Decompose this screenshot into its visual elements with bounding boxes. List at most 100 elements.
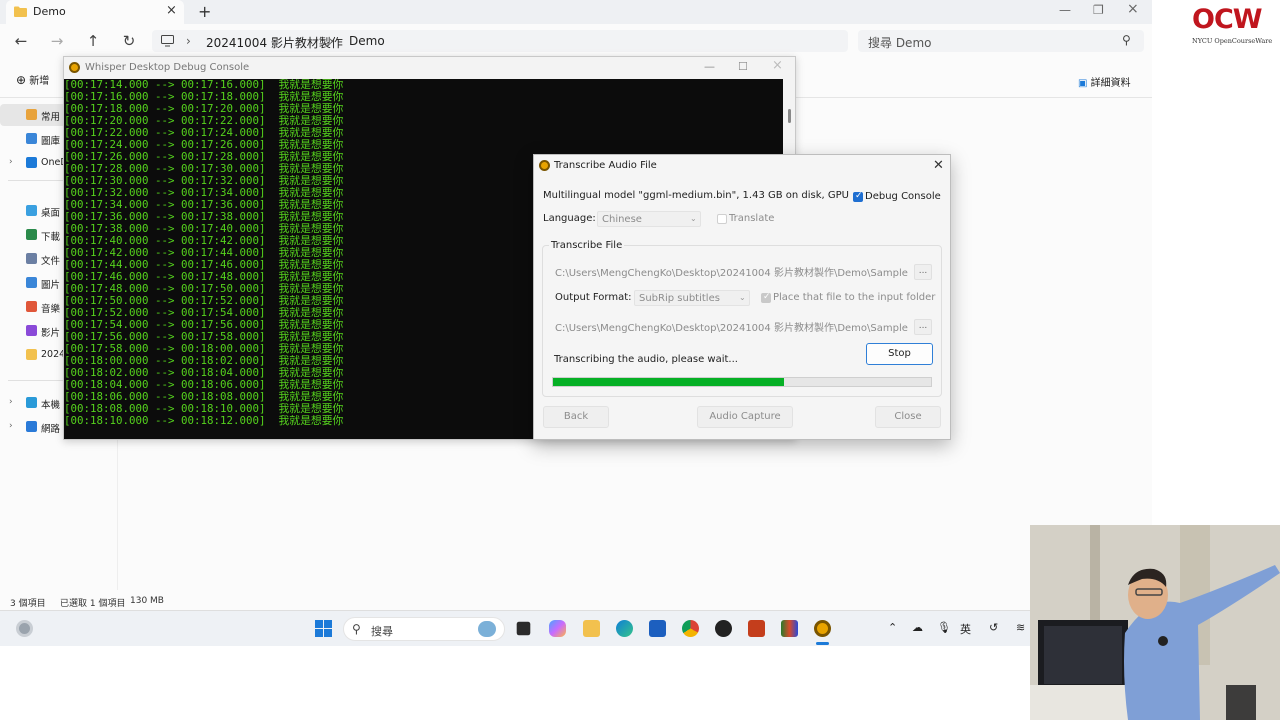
task-view-icon[interactable] [516,621,531,636]
whisper-taskbar-icon[interactable] [814,620,831,637]
input-file-path[interactable]: C:\Users\MengChengKo\Desktop\20241004 影片… [555,264,911,282]
input-browse-button[interactable]: ... [914,264,932,280]
restore-icon[interactable]: ❐ [1093,3,1104,17]
forward-arrow-icon[interactable]: → [47,32,67,50]
translate-checkbox[interactable] [717,214,727,224]
maximize-icon[interactable]: ☐ [738,60,748,73]
sidebar-item-label: 桌面 [41,208,61,219]
ime-mode-icon[interactable]: ↺ [989,621,998,634]
output-file-path[interactable]: C:\Users\MengChengKo\Desktop\20241004 影片… [555,319,911,337]
folder-icon [26,349,37,360]
ime-indicator[interactable]: 英 [960,621,971,637]
sidebar-item-label: 影片 [41,328,61,339]
minimize-icon[interactable]: — [1059,3,1071,17]
ocw-logo: OCW NYCU OpenCourseWare [1186,4,1274,48]
tab-title: Demo [33,5,66,18]
plus-circle-icon: ⊕ [16,73,27,87]
explorer-tab[interactable]: Demo × [6,0,184,24]
close-button[interactable]: Close [875,406,941,428]
file-explorer-icon[interactable] [583,620,600,637]
lecturer-video-overlay [1030,525,1280,720]
dialog-titlebar[interactable]: Transcribe Audio File ✕ [534,155,950,177]
microphone-icon[interactable]: 🎙 [937,621,951,634]
sidebar-item-label: 圖片 [41,280,61,291]
search-icon: ⚲ [1122,33,1131,47]
up-arrow-icon[interactable]: ↑ [83,32,103,50]
dialog-title: Transcribe Audio File [554,160,657,171]
desktop-icon [26,205,37,216]
explorer-search-input[interactable]: 搜尋 Demo ⚲ [858,30,1144,52]
debug-console-label[interactable]: Debug Console [865,191,941,202]
back-arrow-icon[interactable]: ← [11,32,31,50]
sidebar-item-label: 常用 [41,112,61,123]
chevron-down-icon: ⌄ [690,214,697,223]
expand-chevron-icon[interactable]: › [9,157,13,167]
edge-icon[interactable] [616,620,633,637]
expand-chevron-icon[interactable]: › [9,397,13,407]
close-icon[interactable]: × [772,58,783,73]
breadcrumb-separator: › [186,34,191,48]
taskbar: ⚲ 搜尋 ⌃ ☁ 🎙 英 ↺ ≋ [0,610,1030,646]
group-title: Transcribe File [549,240,625,251]
winrar-icon[interactable] [781,620,798,637]
address-bar[interactable]: › 20241004 影片教材製作 › Demo [152,30,848,52]
details-button[interactable]: ▣ 詳細資料 [1078,74,1131,89]
video-icon [26,325,37,336]
home-icon [26,109,37,120]
status-bar: 3 個項目 已選取 1 個項目 130 MB [0,592,1152,610]
new-button[interactable]: ⊕ 新增 [16,72,49,87]
taskbar-search-placeholder: 搜尋 [371,625,393,638]
taskbar-search-input[interactable]: ⚲ 搜尋 [343,617,505,641]
chrome-icon[interactable] [682,620,699,637]
translate-label[interactable]: Translate [729,213,774,224]
language-select[interactable]: Chinese ⌄ [597,211,701,227]
expand-chevron-icon[interactable]: › [9,421,13,431]
input-path-text: C:\Users\MengChengKo\Desktop\20241004 影片… [555,268,911,279]
computer-icon [26,397,37,408]
language-value: Chinese [602,214,642,225]
debug-console-checkbox[interactable] [853,191,863,202]
dialog-close-icon[interactable]: ✕ [933,158,944,173]
tab-close-icon[interactable]: × [166,3,177,18]
sidebar-item-label: 音樂 [41,304,61,315]
output-format-select[interactable]: SubRip subtitles ⌄ [634,290,750,306]
ocw-logo-subtitle: NYCU OpenCourseWare [1192,37,1273,45]
window-close-icon[interactable]: × [1127,1,1139,17]
minimize-icon[interactable]: — [704,60,715,73]
powerpoint-icon[interactable] [748,620,765,637]
console-line: [00:17:20.000 --> 00:17:22.000] 我就是想要你 [64,115,344,127]
wifi-icon[interactable]: ≋ [1016,621,1025,634]
sidebar-item-label: 2024 [41,349,66,360]
scrollbar-thumb[interactable] [788,109,791,123]
place-in-input-folder-checkbox[interactable] [761,292,771,303]
transcribe-dialog: Transcribe Audio File ✕ Multilingual mod… [533,154,951,440]
tab-bar: Demo × + — ❐ × [0,0,1152,24]
console-line: [00:17:14.000 --> 00:17:16.000] 我就是想要你 [64,79,344,91]
widgets-icon[interactable] [16,620,33,637]
start-icon[interactable] [315,620,332,637]
copilot-icon[interactable] [549,620,566,637]
screen: Demo × + — ❐ × ← → ↑ ↻ › 20241004 影片教材製作… [0,0,1280,720]
progress-fill [553,378,784,386]
place-in-input-folder-label[interactable]: Place that file to the input folder [773,292,935,303]
app-icon[interactable] [715,620,732,637]
whisper-app-icon [69,62,80,73]
download-icon [26,229,37,240]
document-icon [26,253,37,264]
music-icon [26,301,37,312]
store-icon[interactable] [649,620,666,637]
whisper-app-icon [539,160,550,171]
output-browse-button[interactable]: ... [914,319,932,335]
new-tab-icon[interactable]: + [198,2,211,21]
refresh-icon[interactable]: ↻ [119,32,139,50]
breadcrumb-current[interactable]: Demo [349,34,385,48]
stop-button[interactable]: Stop [866,343,933,365]
console-line: [00:17:16.000 --> 00:17:18.000] 我就是想要你 [64,91,344,103]
navigation-bar: ← → ↑ ↻ › 20241004 影片教材製作 › Demo 搜尋 Demo… [0,24,1152,58]
chevron-up-icon[interactable]: ⌃ [888,621,897,634]
cloud-icon[interactable]: ☁ [912,621,923,634]
back-button[interactable]: Back [543,406,609,428]
debug-console-titlebar[interactable]: Whisper Desktop Debug Console — ☐ × [64,57,795,79]
audio-capture-button[interactable]: Audio Capture [697,406,793,428]
breadcrumb-folder[interactable]: 20241004 影片教材製作 [206,34,343,51]
